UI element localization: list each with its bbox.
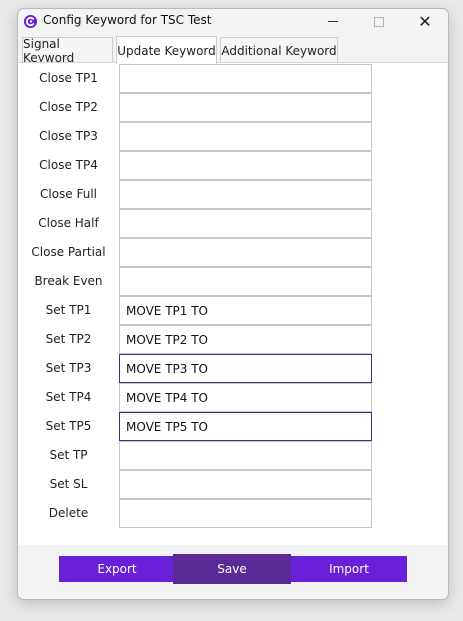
set-tp3-input[interactable] [119,354,372,383]
set-tp1-input[interactable] [119,296,372,325]
close-tp3-input[interactable] [119,122,372,151]
close-icon: ✕ [418,11,432,31]
break-even-label: Break Even [34,274,103,288]
close-partial-input[interactable] [119,238,372,267]
tab-additional-keyword[interactable]: Additional Keyword [220,37,338,63]
form-row: Close TP3 [18,122,447,151]
close-tp2-label: Close TP2 [39,100,98,114]
set-tp3-label: Set TP3 [45,361,92,375]
form-row: Set TP [18,441,447,470]
keyword-form-panel: Close TP1 Close TP2 Close TP3 Close TP4 … [18,62,447,546]
close-partial-label: Close Partial [31,245,106,259]
set-tp-input[interactable] [119,441,372,470]
form-row: Close TP2 [18,93,447,122]
save-button[interactable]: Save [173,554,291,584]
set-tp1-label: Set TP1 [45,303,92,317]
form-row: Set TP2 [18,325,447,354]
button-bar: Export Save Import [18,545,448,599]
close-tp4-label: Close TP4 [39,158,98,172]
close-full-input[interactable] [119,180,372,209]
close-tp1-label: Close TP1 [39,71,98,85]
close-tp4-input[interactable] [119,151,372,180]
export-button[interactable]: Export [59,556,175,582]
set-tp2-label: Set TP2 [45,332,92,346]
close-full-label: Close Full [39,187,98,201]
close-button[interactable]: ✕ [402,9,448,34]
maximize-button[interactable] [356,9,402,34]
form-row: Set SL [18,470,447,499]
set-tp5-label: Set TP5 [45,419,92,433]
set-tp-label: Set TP [49,448,88,462]
config-keyword-window: Config Keyword for TSC Test ✕ Signal Key… [17,8,449,600]
form-row: Delete [18,499,447,528]
delete-input[interactable] [119,499,372,528]
form-row: Set TP3 [18,354,447,383]
form-row: Close Half [18,209,447,238]
form-row: Close Partial [18,238,447,267]
close-tp3-label: Close TP3 [39,129,98,143]
set-sl-label: Set SL [49,477,88,491]
form-row: Set TP1 [18,296,447,325]
delete-label: Delete [48,506,89,520]
maximize-icon [374,16,384,27]
window-title: Config Keyword for TSC Test [43,13,212,27]
set-sl-input[interactable] [119,470,372,499]
close-tp2-input[interactable] [119,93,372,122]
set-tp4-label: Set TP4 [45,390,92,404]
title-bar[interactable]: Config Keyword for TSC Test ✕ [18,9,448,34]
form-row: Break Even [18,267,447,296]
form-row: Set TP5 [18,412,447,441]
set-tp5-input[interactable] [119,412,372,441]
tab-update-keyword[interactable]: Update Keyword [116,36,217,64]
form-row: Close TP1 [18,64,447,93]
close-half-label: Close Half [38,216,99,230]
set-tp2-input[interactable] [119,325,372,354]
minimize-icon [328,21,338,22]
close-tp1-input[interactable] [119,64,372,93]
tab-signal-keyword[interactable]: Signal Keyword [22,37,113,65]
app-logo-icon [23,14,38,29]
tab-strip: Signal Keyword Update Keyword Additional… [22,36,442,65]
import-button[interactable]: Import [291,556,407,582]
minimize-button[interactable] [310,9,356,34]
form-row: Close Full [18,180,447,209]
break-even-input[interactable] [119,267,372,296]
set-tp4-input[interactable] [119,383,372,412]
form-row: Set TP4 [18,383,447,412]
close-half-input[interactable] [119,209,372,238]
form-row: Close TP4 [18,151,447,180]
